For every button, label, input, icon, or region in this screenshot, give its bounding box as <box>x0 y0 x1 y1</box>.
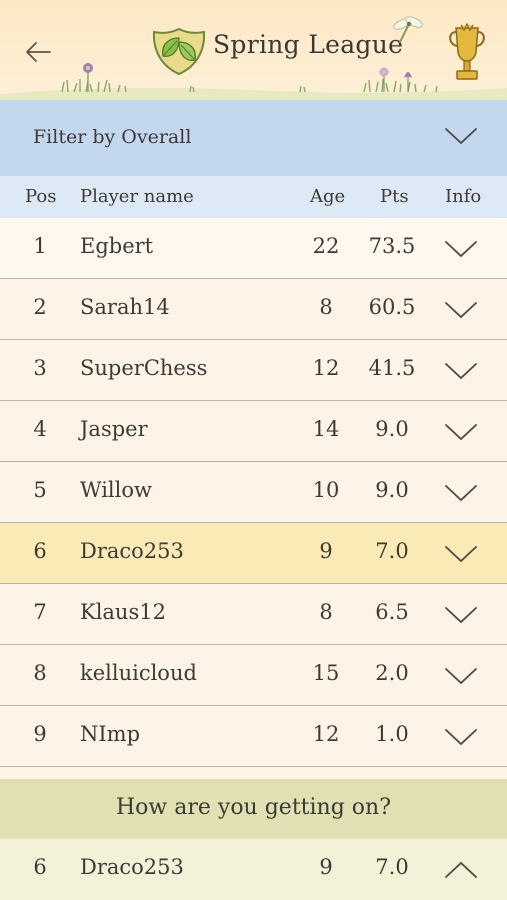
row-pts: 60.5 <box>368 295 416 319</box>
table-header: Pos Player name Age Pts Info <box>0 176 507 218</box>
table-row-current-player[interactable]: 6 Draco253 9 7.0 <box>0 523 507 584</box>
row-pos: 3 <box>33 356 47 380</box>
table-row[interactable]: 1 Egbert 22 73.5 <box>0 218 507 279</box>
arrow-left-icon <box>26 42 51 62</box>
row-age: 8 <box>319 295 333 319</box>
row-player-name: Sarah14 <box>80 295 170 319</box>
prompt-text: How are you getting on? <box>115 795 391 820</box>
row-pts: 73.5 <box>368 234 416 258</box>
column-info: Info <box>445 186 482 207</box>
table-row[interactable]: 8 kelluicloud 15 2.0 <box>0 645 507 706</box>
row-age: 12 <box>312 722 340 746</box>
back-button[interactable] <box>20 34 56 70</box>
column-pts: Pts <box>380 186 409 207</box>
page-title: Spring League <box>213 30 404 59</box>
row-pts: 2.0 <box>375 661 409 685</box>
row-pts: 7.0 <box>375 855 409 879</box>
row-pts: 7.0 <box>375 539 409 563</box>
table-row[interactable]: 4 Jasper 14 9.0 <box>0 401 507 462</box>
row-pts: 9.0 <box>375 478 409 502</box>
divider <box>0 767 507 779</box>
row-pos: 4 <box>33 417 47 441</box>
row-pts: 41.5 <box>368 356 416 380</box>
chevron-down-icon[interactable] <box>444 728 478 746</box>
row-pos: 9 <box>33 722 47 746</box>
header-bar: Spring League <box>0 0 507 100</box>
row-pos: 5 <box>33 478 47 502</box>
row-age: 9 <box>319 539 333 563</box>
filter-dropdown[interactable]: Filter by Overall <box>0 100 507 176</box>
row-player-name: Klaus12 <box>80 600 166 624</box>
column-age: Age <box>310 186 346 207</box>
row-age: 9 <box>319 855 333 879</box>
table-row[interactable]: 7 Klaus12 8 6.5 <box>0 584 507 645</box>
dragonfly-decoration <box>393 16 423 43</box>
chevron-down-icon[interactable] <box>444 240 478 258</box>
chevron-down-icon[interactable] <box>444 301 478 319</box>
row-pos: 7 <box>33 600 47 624</box>
row-player-name: Draco253 <box>80 855 184 879</box>
chevron-down-icon[interactable] <box>444 606 478 624</box>
table-row[interactable]: 2 Sarah14 8 60.5 <box>0 279 507 340</box>
row-player-name: Jasper <box>80 417 148 441</box>
chevron-up-icon[interactable] <box>444 861 478 879</box>
chevron-down-icon[interactable] <box>444 126 478 146</box>
row-pos: 6 <box>33 539 47 563</box>
row-age: 15 <box>312 661 340 685</box>
row-player-name: NImp <box>80 722 141 746</box>
row-age: 10 <box>312 478 340 502</box>
row-pos: 1 <box>33 234 47 258</box>
row-age: 12 <box>312 356 340 380</box>
row-player-name: Draco253 <box>80 539 184 563</box>
grass-decoration <box>0 63 507 100</box>
current-player-row[interactable]: 6 Draco253 9 7.0 <box>0 839 507 900</box>
row-pts: 6.5 <box>375 600 409 624</box>
row-pts: 9.0 <box>375 417 409 441</box>
standings-table: 1 Egbert 22 73.5 2 Sarah14 8 60.5 3 Supe… <box>0 218 507 767</box>
chevron-down-icon[interactable] <box>444 545 478 563</box>
row-age: 14 <box>312 417 340 441</box>
chevron-down-icon[interactable] <box>444 423 478 441</box>
row-pts: 1.0 <box>375 722 409 746</box>
column-pos: Pos <box>25 186 57 207</box>
chevron-down-icon[interactable] <box>444 484 478 502</box>
row-player-name: kelluicloud <box>80 661 197 685</box>
progress-prompt: How are you getting on? <box>0 779 507 839</box>
leaf-shield-icon <box>152 27 206 76</box>
table-row[interactable]: 5 Willow 10 9.0 <box>0 462 507 523</box>
row-player-name: Egbert <box>80 234 154 258</box>
table-row[interactable]: 9 NImp 12 1.0 <box>0 706 507 767</box>
row-age: 8 <box>319 600 333 624</box>
row-player-name: Willow <box>80 478 152 502</box>
row-player-name: SuperChess <box>80 356 208 380</box>
trophy-icon[interactable] <box>446 22 488 84</box>
chevron-down-icon[interactable] <box>444 362 478 380</box>
table-row[interactable]: 3 SuperChess 12 41.5 <box>0 340 507 401</box>
row-pos: 8 <box>33 661 47 685</box>
row-age: 22 <box>312 234 340 258</box>
row-pos: 2 <box>33 295 47 319</box>
filter-label: Filter by Overall <box>33 126 192 148</box>
row-pos: 6 <box>33 855 47 879</box>
chevron-down-icon[interactable] <box>444 667 478 685</box>
column-player-name: Player name <box>80 186 194 207</box>
